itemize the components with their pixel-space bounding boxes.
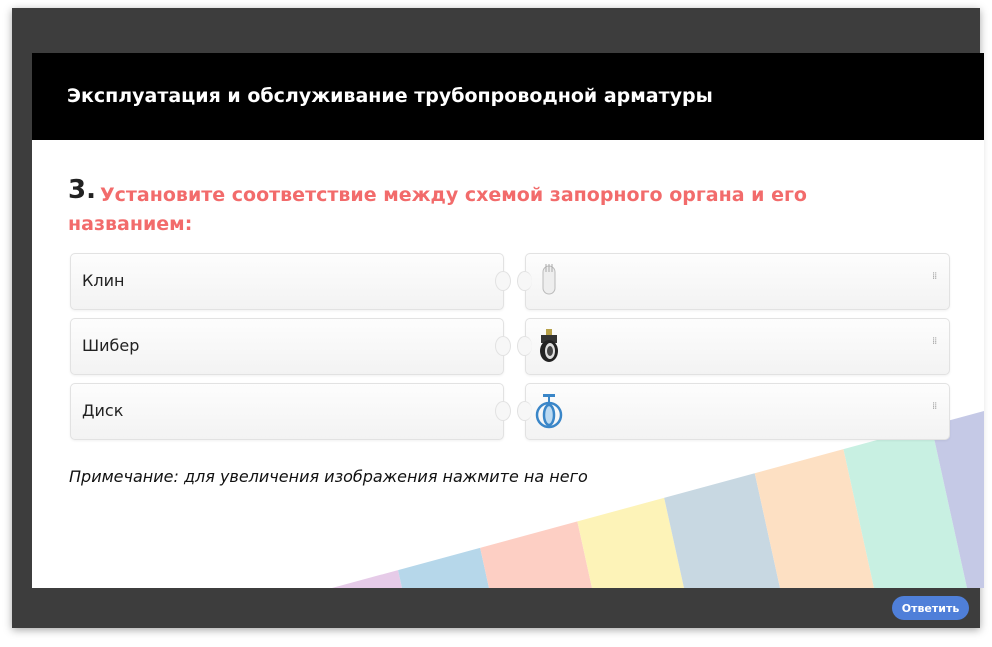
question-number: 3. [68, 175, 96, 205]
disc-valve-image[interactable] [534, 392, 564, 430]
answer-button[interactable]: Ответить [892, 596, 969, 620]
drag-handle-icon[interactable]: ⁞⁞ [932, 272, 938, 282]
puzzle-tab [517, 336, 532, 356]
question-text: Установите соответствие между схемой зап… [68, 184, 807, 235]
puzzle-tab [517, 271, 532, 291]
puzzle-tab [517, 401, 532, 421]
draggable-answer-3[interactable]: ⁞⁞ [517, 383, 950, 440]
slide-header: Эксплуатация и обслуживание трубопроводн… [32, 53, 984, 140]
term-label: Клин [82, 271, 125, 290]
drag-handle-icon[interactable]: ⁞⁞ [932, 402, 938, 412]
match-term-1: Клин [70, 253, 511, 310]
term-label: Шибер [82, 336, 140, 355]
wedge-gate-image[interactable] [534, 262, 564, 300]
course-title: Эксплуатация и обслуживание трубопроводн… [67, 85, 713, 107]
match-term-2: Шибер [70, 318, 511, 375]
match-term-3: Диск [70, 383, 511, 440]
slide-gate-image[interactable] [534, 327, 564, 365]
puzzle-tab [495, 401, 511, 421]
player-frame: Эксплуатация и обслуживание трубопроводн… [12, 8, 984, 628]
puzzle-tab [495, 271, 511, 291]
draggable-answer-2[interactable]: ⁞⁞ [517, 318, 950, 375]
puzzle-tab [495, 336, 511, 356]
slide: Эксплуатация и обслуживание трубопроводн… [32, 53, 984, 588]
term-label: Диск [82, 401, 124, 420]
note-text: Примечание: для увеличения изображения н… [69, 467, 588, 486]
draggable-answer-1[interactable]: ⁞⁞ [517, 253, 950, 310]
drag-handle-icon[interactable]: ⁞⁞ [932, 337, 938, 347]
